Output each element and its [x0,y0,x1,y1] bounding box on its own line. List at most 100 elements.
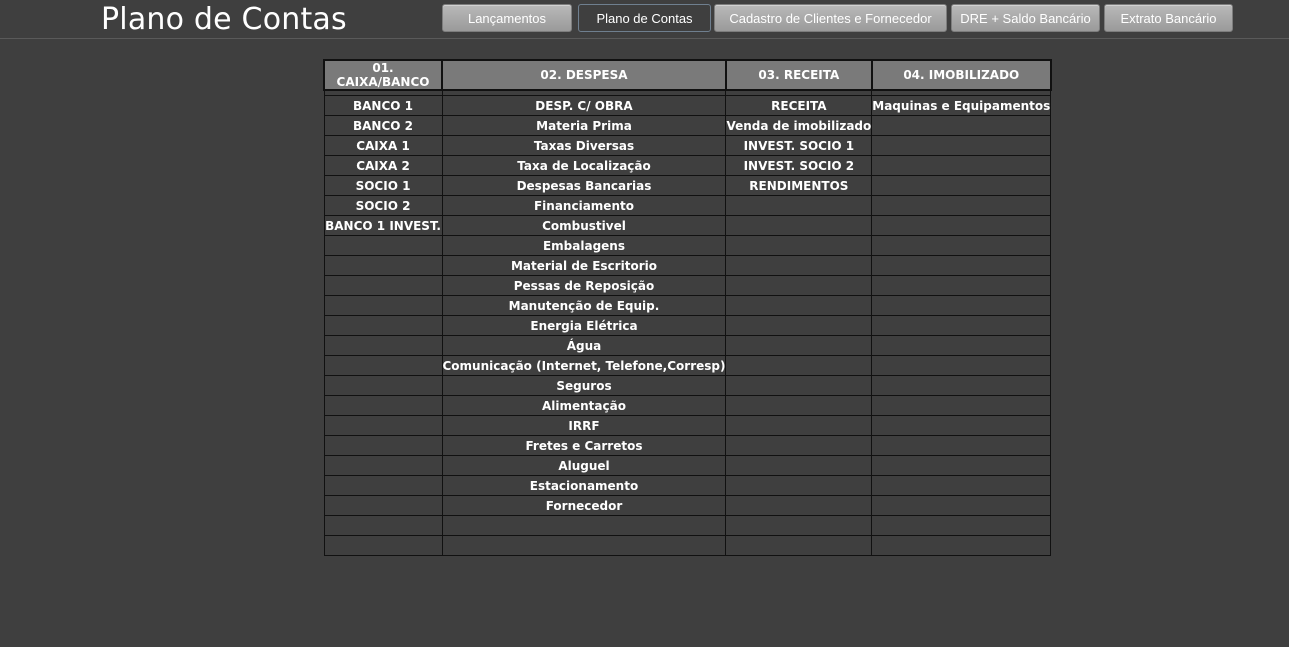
cell-imobilizado[interactable] [871,455,1052,476]
cell-receita[interactable]: INVEST. SOCIO 2 [725,155,873,176]
cell-despesa[interactable]: Despesas Bancarias [441,175,727,196]
cell-imobilizado[interactable] [871,395,1052,416]
nav-cadastro-button[interactable]: Cadastro de Clientes e Fornecedor [714,4,947,32]
cell-receita[interactable] [725,335,873,356]
cell-imobilizado[interactable] [871,115,1052,136]
cell-caixa-banco[interactable] [323,315,443,336]
cell-despesa[interactable] [441,515,727,536]
cell-caixa-banco[interactable]: SOCIO 2 [323,195,443,216]
cell-imobilizado[interactable] [871,375,1052,396]
cell-receita[interactable] [725,235,873,256]
cell-imobilizado[interactable] [871,215,1052,236]
cell-caixa-banco[interactable] [323,235,443,256]
cell-receita[interactable] [725,355,873,376]
cell-despesa[interactable]: Pessas de Reposição [441,275,727,296]
cell-caixa-banco[interactable]: CAIXA 2 [323,155,443,176]
cell-caixa-banco[interactable] [323,455,443,476]
cell-despesa[interactable]: Financiamento [441,195,727,216]
cell-despesa[interactable]: Água [441,335,727,356]
cell-imobilizado[interactable] [871,415,1052,436]
cell-despesa[interactable]: Combustivel [441,215,727,236]
cell-despesa[interactable] [441,535,727,556]
header-despesa[interactable]: 02. DESPESA [441,59,727,91]
cell-imobilizado[interactable]: Maquinas e Equipamentos [871,95,1052,116]
cell-imobilizado[interactable] [871,495,1052,516]
cell-receita[interactable] [725,275,873,296]
cell-receita[interactable] [725,375,873,396]
cell-despesa[interactable]: Estacionamento [441,475,727,496]
cell-receita[interactable]: INVEST. SOCIO 1 [725,135,873,156]
cell-caixa-banco[interactable] [323,415,443,436]
cell-receita[interactable] [725,535,873,556]
cell-imobilizado[interactable] [871,335,1052,356]
cell-imobilizado[interactable] [871,275,1052,296]
cell-caixa-banco[interactable] [323,395,443,416]
cell-imobilizado[interactable] [871,435,1052,456]
cell-receita[interactable]: RECEITA [725,95,873,116]
header-caixa-banco[interactable]: 01. CAIXA/BANCO [323,59,443,91]
cell-imobilizado[interactable] [871,155,1052,176]
nav-dre-button[interactable]: DRE + Saldo Bancário [951,4,1100,32]
cell-caixa-banco[interactable] [323,495,443,516]
cell-despesa[interactable]: Taxas Diversas [441,135,727,156]
nav-plano-de-contas-button[interactable]: Plano de Contas [578,4,711,32]
header-receita[interactable]: 03. RECEITA [724,59,873,91]
nav-lancamentos-button[interactable]: Lançamentos [442,4,572,32]
cell-caixa-banco[interactable]: BANCO 1 INVEST. [323,215,443,236]
header-imobilizado[interactable]: 04. IMOBILIZADO [870,59,1052,91]
cell-receita[interactable] [725,455,873,476]
cell-imobilizado[interactable] [871,175,1052,196]
cell-imobilizado[interactable] [871,475,1052,496]
cell-caixa-banco[interactable] [323,295,443,316]
cell-caixa-banco[interactable]: BANCO 2 [323,115,443,136]
cell-receita[interactable] [725,255,873,276]
cell-despesa[interactable]: Comunicação (Internet, Telefone,Corresp) [441,355,727,376]
cell-imobilizado[interactable] [871,255,1052,276]
cell-caixa-banco[interactable] [323,335,443,356]
cell-despesa[interactable]: Embalagens [441,235,727,256]
cell-caixa-banco[interactable]: CAIXA 1 [323,135,443,156]
cell-receita[interactable] [725,475,873,496]
cell-despesa[interactable]: Fretes e Carretos [441,435,727,456]
cell-despesa[interactable]: Taxa de Localização [441,155,727,176]
cell-receita[interactable] [725,315,873,336]
cell-receita[interactable] [725,415,873,436]
cell-imobilizado[interactable] [871,315,1052,336]
cell-caixa-banco[interactable] [323,375,443,396]
cell-despesa[interactable]: Aluguel [441,455,727,476]
cell-imobilizado[interactable] [871,535,1052,556]
nav-extrato-button[interactable]: Extrato Bancário [1104,4,1233,32]
cell-caixa-banco[interactable] [323,275,443,296]
cell-receita[interactable] [725,195,873,216]
cell-caixa-banco[interactable] [323,255,443,276]
cell-caixa-banco[interactable]: SOCIO 1 [323,175,443,196]
cell-despesa[interactable]: IRRF [441,415,727,436]
cell-caixa-banco[interactable]: BANCO 1 [323,95,443,116]
cell-imobilizado[interactable] [871,515,1052,536]
cell-caixa-banco[interactable] [323,435,443,456]
cell-despesa[interactable]: DESP. C/ OBRA [441,95,727,116]
cell-imobilizado[interactable] [871,195,1052,216]
cell-receita[interactable] [725,395,873,416]
cell-despesa[interactable]: Fornecedor [441,495,727,516]
cell-receita[interactable] [725,435,873,456]
cell-despesa[interactable]: Energia Elétrica [441,315,727,336]
cell-despesa[interactable]: Alimentação [441,395,727,416]
cell-caixa-banco[interactable] [323,535,443,556]
cell-receita[interactable] [725,515,873,536]
cell-receita[interactable]: Venda de imobilizado [725,115,873,136]
cell-receita[interactable] [725,215,873,236]
cell-imobilizado[interactable] [871,235,1052,256]
cell-despesa[interactable]: Material de Escritorio [441,255,727,276]
cell-imobilizado[interactable] [871,135,1052,156]
cell-despesa[interactable]: Manutenção de Equip. [441,295,727,316]
cell-imobilizado[interactable] [871,295,1052,316]
cell-caixa-banco[interactable] [323,515,443,536]
cell-receita[interactable] [725,295,873,316]
cell-imobilizado[interactable] [871,355,1052,376]
cell-despesa[interactable]: Seguros [441,375,727,396]
cell-caixa-banco[interactable] [323,475,443,496]
cell-despesa[interactable]: Materia Prima [441,115,727,136]
cell-receita[interactable] [725,495,873,516]
cell-receita[interactable]: RENDIMENTOS [725,175,873,196]
